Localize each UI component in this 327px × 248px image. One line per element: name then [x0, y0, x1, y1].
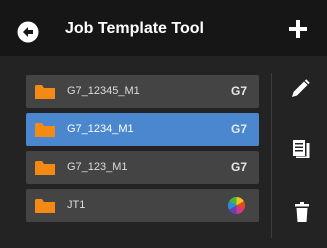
template-badge: G7 — [230, 160, 247, 174]
color-wheel-icon — [228, 197, 245, 214]
template-badge: G7 — [230, 84, 247, 98]
folder-icon — [35, 85, 55, 99]
job-template-tool-window: Job Template Tool G7_12345_M1 G7 G7_1234… — [0, 0, 327, 248]
template-name: G7_12345_M1 — [67, 85, 140, 97]
plus-icon[interactable] — [289, 20, 307, 38]
folder-icon — [35, 123, 55, 137]
back-arrow-circle-icon[interactable] — [17, 21, 39, 43]
pencil-icon[interactable] — [289, 78, 311, 100]
template-row[interactable]: G7_123_M1 G7 — [26, 151, 259, 184]
template-row[interactable]: G7_12345_M1 G7 — [26, 75, 259, 108]
folder-icon — [35, 199, 55, 213]
header-bar: Job Template Tool — [0, 0, 327, 56]
folder-icon — [35, 161, 55, 175]
template-name: G7_123_M1 — [67, 161, 128, 173]
trash-icon[interactable] — [291, 201, 313, 223]
panel-divider — [271, 73, 272, 238]
template-row[interactable]: JT1 — [26, 189, 259, 222]
template-name: G7_1234_M1 — [67, 123, 134, 135]
template-badge: G7 — [230, 122, 247, 136]
template-name: JT1 — [67, 199, 86, 211]
template-row-selected[interactable]: G7_1234_M1 G7 — [26, 113, 259, 146]
page-title: Job Template Tool — [65, 20, 204, 37]
copy-document-icon[interactable] — [290, 138, 312, 160]
